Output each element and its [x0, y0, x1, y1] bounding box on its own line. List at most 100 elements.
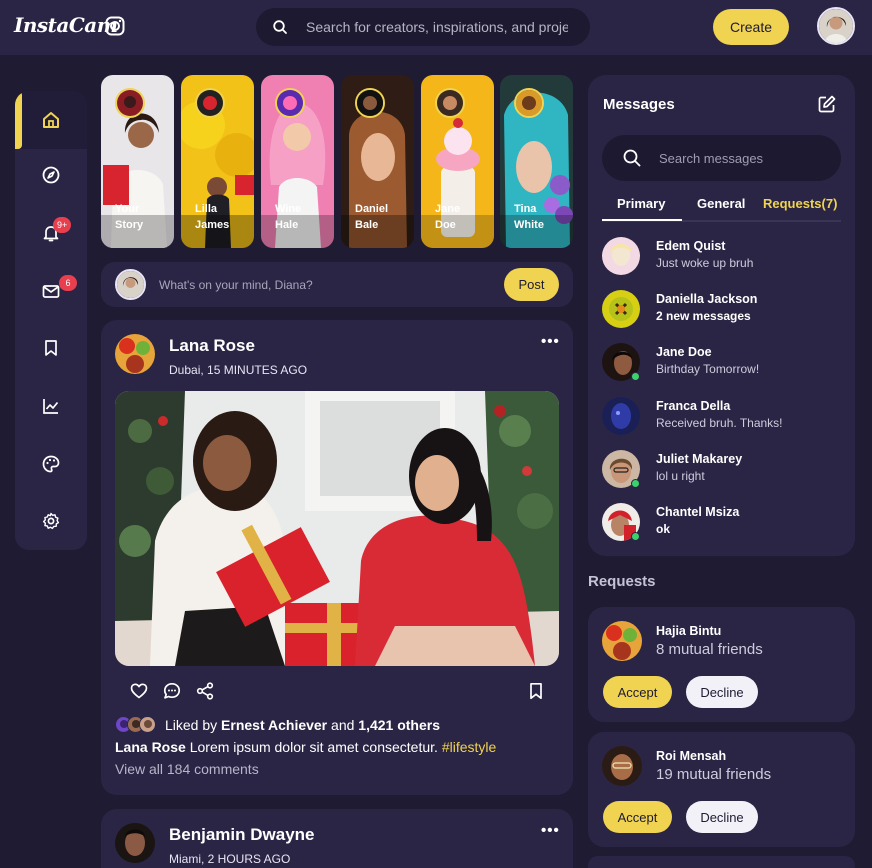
- friend-request: Roi Mensah 19 mutual friends Accept Decl…: [588, 732, 855, 847]
- top-bar: InstaCam Create: [0, 0, 872, 55]
- nav-theme[interactable]: [15, 435, 87, 493]
- post-image: [115, 391, 559, 666]
- story-card[interactable]: Daniel Bale: [341, 75, 414, 248]
- likes-count[interactable]: 1,421 others: [358, 717, 440, 733]
- stories-row: Your Story Lilla James Wine Hale Daniel …: [101, 75, 573, 248]
- compass-icon: [42, 166, 60, 184]
- post-author-name[interactable]: Benjamin Dwayne: [169, 825, 315, 845]
- bookmark-icon: [530, 682, 542, 700]
- post-author-name[interactable]: Lana Rose: [169, 336, 255, 356]
- nav-explore[interactable]: [15, 146, 87, 204]
- contact-name: Franca Della: [656, 399, 731, 413]
- view-comments-link[interactable]: View all 184 comments: [115, 761, 259, 777]
- story-name: Wine Hale: [275, 203, 302, 231]
- composer-input[interactable]: [159, 275, 489, 295]
- liked-by-user[interactable]: Ernest Achiever: [221, 717, 327, 733]
- messages-search-input[interactable]: [659, 149, 829, 167]
- decline-button[interactable]: Decline: [686, 676, 758, 708]
- nav-home[interactable]: [15, 91, 87, 149]
- nav-analytics[interactable]: [15, 377, 87, 435]
- story-avatar: [195, 88, 225, 118]
- story-card[interactable]: Wine Hale: [261, 75, 334, 248]
- profile-avatar[interactable]: [817, 7, 855, 45]
- share-icon: [196, 682, 214, 700]
- nav-bookmarks[interactable]: [15, 319, 87, 377]
- post-author-avatar[interactable]: [115, 823, 155, 863]
- post-meta: Miami, 2 HOURS AGO: [169, 852, 291, 866]
- messages-badge: 6: [59, 275, 77, 291]
- post-button[interactable]: Post: [504, 268, 559, 301]
- story-card[interactable]: Tina White: [500, 75, 573, 248]
- mutual-friends: 19 mutual friends: [656, 766, 772, 783]
- caption-user[interactable]: Lana Rose: [115, 739, 186, 755]
- home-icon: [43, 112, 59, 128]
- requester-name[interactable]: Hajia Bintu: [656, 624, 721, 638]
- contact-name: Jane Doe: [656, 345, 712, 359]
- message-item[interactable]: Edem Quist Just woke up bruh: [602, 237, 841, 283]
- mutual-friends: 8 mutual friends: [656, 641, 763, 658]
- feed-post: Benjamin Dwayne Miami, 2 HOURS AGO •••: [101, 809, 573, 868]
- requester-avatar: [602, 621, 642, 661]
- story-card[interactable]: Jane Doe: [421, 75, 494, 248]
- contact-avatar: [602, 290, 640, 328]
- contact-name: Edem Quist: [656, 239, 726, 253]
- chart-icon: [43, 399, 59, 414]
- save-post-button[interactable]: [525, 680, 547, 702]
- post-menu-button[interactable]: •••: [541, 333, 560, 350]
- message-preview: ok: [656, 522, 671, 536]
- story-avatar: [275, 88, 305, 118]
- comment-button[interactable]: [161, 680, 183, 702]
- message-item[interactable]: Daniella Jackson 2 new messages: [602, 290, 841, 336]
- message-item[interactable]: Juliet Makarey lol u right: [602, 450, 841, 496]
- requester-avatar: [602, 746, 642, 786]
- like-button[interactable]: [128, 680, 150, 702]
- nav-messages[interactable]: 6: [15, 262, 87, 320]
- post-caption: Lana Rose Lorem ipsum dolor sit amet con…: [115, 739, 497, 755]
- hashtag-link[interactable]: #lifestyle: [442, 739, 496, 755]
- story-avatar: [514, 88, 544, 118]
- mail-icon: [42, 285, 60, 298]
- app-logo[interactable]: InstaCam: [14, 13, 118, 37]
- tab-primary[interactable]: Primary: [617, 196, 665, 211]
- story-avatar: [115, 88, 145, 118]
- liked-by-text: Liked by Ernest Achiever and 1,421 other…: [165, 717, 440, 733]
- edit-icon[interactable]: [817, 94, 837, 114]
- story-name: Daniel Bale: [355, 203, 389, 231]
- tab-requests[interactable]: Requests(7): [763, 196, 837, 211]
- story-name: Your Story: [115, 203, 144, 231]
- tab-general[interactable]: General: [697, 196, 745, 211]
- post-meta: Dubai, 15 MINUTES AGO: [169, 363, 308, 377]
- requests-heading: Requests: [588, 573, 656, 590]
- requester-name[interactable]: Roi Mensah: [656, 749, 726, 763]
- story-avatar: [355, 88, 385, 118]
- instagram-icon: [105, 16, 125, 36]
- post-menu-button[interactable]: •••: [541, 822, 560, 839]
- liker-avatar: [139, 716, 156, 733]
- search-icon: [623, 149, 641, 167]
- messages-search: [602, 135, 841, 181]
- contact-name: Juliet Makarey: [656, 452, 743, 466]
- message-item[interactable]: Franca Della Received bruh. Thanks!: [602, 397, 841, 443]
- nav-notifications[interactable]: 9+: [15, 204, 87, 262]
- online-indicator: [631, 372, 640, 381]
- messages-panel: Messages Primary General Requests(7) Ede…: [588, 75, 855, 556]
- search-input[interactable]: [306, 17, 568, 37]
- story-name: Jane Doe: [435, 203, 461, 231]
- composer-avatar: [115, 269, 146, 300]
- create-button[interactable]: Create: [713, 9, 789, 45]
- share-button[interactable]: [194, 680, 216, 702]
- accept-button[interactable]: Accept: [603, 676, 672, 708]
- decline-button[interactable]: Decline: [686, 801, 758, 833]
- nav-settings[interactable]: [15, 492, 87, 550]
- message-item[interactable]: Jane Doe Birthday Tomorrow!: [602, 343, 841, 389]
- message-item[interactable]: Chantel Msiza ok: [602, 503, 841, 549]
- story-avatar: [435, 88, 465, 118]
- friend-request: Hajia Bintu 8 mutual friends Accept Decl…: [588, 607, 855, 722]
- message-preview: lol u right: [656, 469, 705, 483]
- story-card[interactable]: Lilla James: [181, 75, 254, 248]
- story-card[interactable]: Your Story: [101, 75, 174, 248]
- online-indicator: [631, 532, 640, 541]
- post-author-avatar[interactable]: [115, 334, 155, 374]
- accept-button[interactable]: Accept: [603, 801, 672, 833]
- message-preview: 2 new messages: [656, 309, 751, 323]
